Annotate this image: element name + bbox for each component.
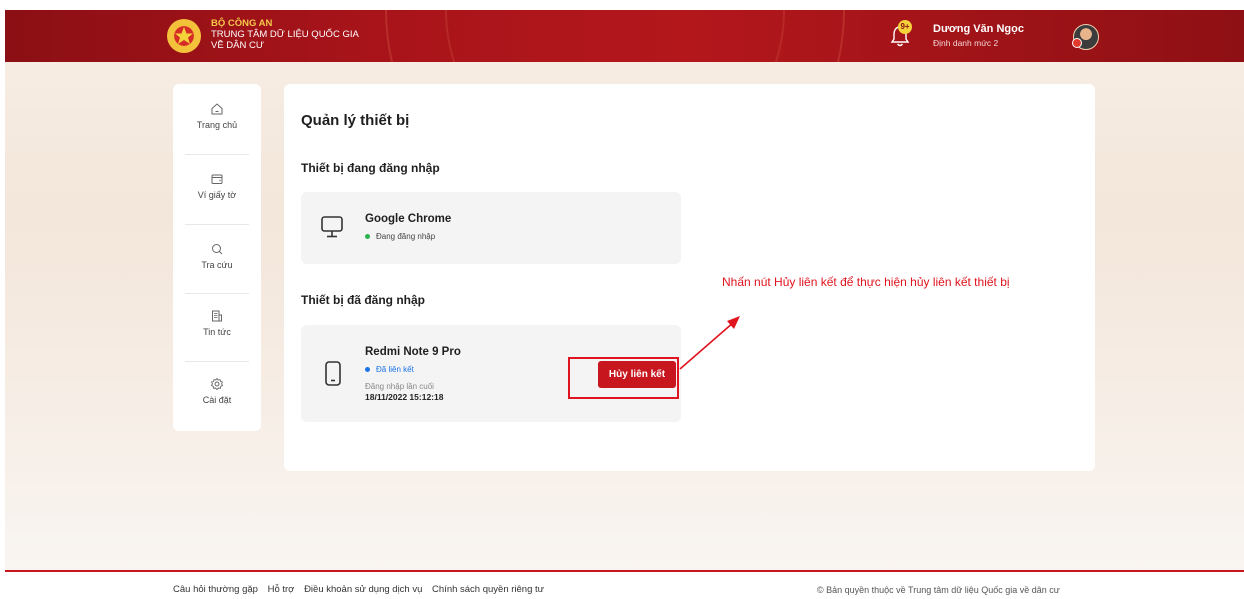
sidebar-item-label: Ví giấy tờ — [197, 190, 237, 200]
sidebar-item-label: Trang chủ — [196, 120, 238, 130]
device-name: Google Chrome — [365, 213, 452, 225]
police-emblem-icon[interactable] — [167, 19, 201, 53]
sidebar-item-label: Cài đặt — [202, 395, 232, 405]
device-status-text: Đang đăng nhập — [376, 232, 436, 241]
sidebar-item-news[interactable]: Tin tức — [173, 309, 261, 377]
sidebar-divider — [185, 361, 249, 362]
page-title: Quản lý thiết bị — [301, 112, 410, 129]
footer-link-privacy[interactable]: Chính sách quyền riêng tư — [432, 584, 544, 595]
device-name: Redmi Note 9 Pro — [365, 346, 461, 358]
footer-link-support[interactable]: Hỗ trợ — [268, 584, 295, 595]
footer: Câu hỏi thường gặp Hỗ trợ Điều khoản sử … — [5, 570, 1244, 599]
last-login-label: Đăng nhập lần cuối — [365, 382, 434, 391]
sidebar-item-home[interactable]: Trang chủ — [173, 102, 261, 170]
app-shell: BỘ CÔNG AN TRUNG TÂM DỮ LIỆU QUỐC GIA VỀ… — [5, 10, 1244, 599]
sidebar-item-wallet[interactable]: Ví giấy tờ — [173, 172, 261, 240]
past-devices-heading: Thiết bị đã đăng nhập — [301, 293, 425, 307]
wallet-icon — [211, 174, 223, 184]
footer-link-faq[interactable]: Câu hỏi thường gặp — [173, 584, 258, 595]
org-ministry: BỘ CÔNG AN — [211, 18, 273, 29]
user-level: Định danh mức 2 — [933, 38, 999, 48]
phone-icon — [325, 361, 341, 386]
device-status: Đang đăng nhập — [365, 232, 435, 241]
footer-link-terms[interactable]: Điều khoản sử dụng dịch vụ — [304, 584, 422, 595]
home-icon — [211, 103, 223, 115]
search-icon — [212, 244, 223, 255]
logo-text[interactable]: BỘ CÔNG AN TRUNG TÂM DỮ LIỆU QUỐC GIA VỀ… — [211, 18, 359, 51]
org-center-sub: VỀ DÂN CƯ — [211, 40, 264, 51]
sidebar-divider — [185, 293, 249, 294]
sidebar-divider — [185, 154, 249, 155]
sidebar-item-lookup[interactable]: Tra cứu — [173, 242, 261, 310]
linked-status-dot — [365, 367, 370, 373]
annotation-highlight-box — [568, 357, 679, 399]
header-decoration-inner — [445, 10, 785, 62]
device-status-text: Đã liên kết — [376, 365, 414, 374]
online-status-dot — [365, 234, 370, 240]
org-center: TRUNG TÂM DỮ LIỆU QUỐC GIA — [211, 29, 359, 40]
news-icon — [212, 310, 222, 322]
current-device-card: Google Chrome Đang đăng nhập — [301, 192, 681, 264]
annotation-text: Nhấn nút Hủy liên kết để thực hiện hủy l… — [722, 275, 1010, 289]
sidebar-item-settings[interactable]: Cài đặt — [173, 377, 261, 445]
sidebar-divider — [185, 224, 249, 225]
last-login-time: 18/11/2022 15:12:18 — [365, 392, 444, 402]
sidebar-item-label: Tra cứu — [201, 260, 233, 270]
sidebar-item-label: Tin tức — [203, 327, 231, 337]
monitor-icon — [321, 216, 343, 238]
copyright-text: © Bản quyền thuộc về Trung tâm dữ liệu Q… — [817, 585, 1060, 595]
gear-icon — [210, 377, 224, 391]
footer-links: Câu hỏi thường gặp Hỗ trợ Điều khoản sử … — [173, 584, 551, 595]
avatar-status-badge — [1072, 38, 1082, 48]
current-devices-heading: Thiết bị đang đăng nhập — [301, 161, 440, 175]
notification-badge: 9+ — [898, 20, 912, 34]
top-header: BỘ CÔNG AN TRUNG TÂM DỮ LIỆU QUỐC GIA VỀ… — [5, 10, 1244, 62]
sidebar: Trang chủ Ví giấy tờ Tra cứu Tin tức Cài… — [173, 84, 261, 431]
user-name[interactable]: Dương Văn Ngọc — [933, 23, 1024, 35]
device-status: Đã liên kết — [365, 365, 414, 374]
